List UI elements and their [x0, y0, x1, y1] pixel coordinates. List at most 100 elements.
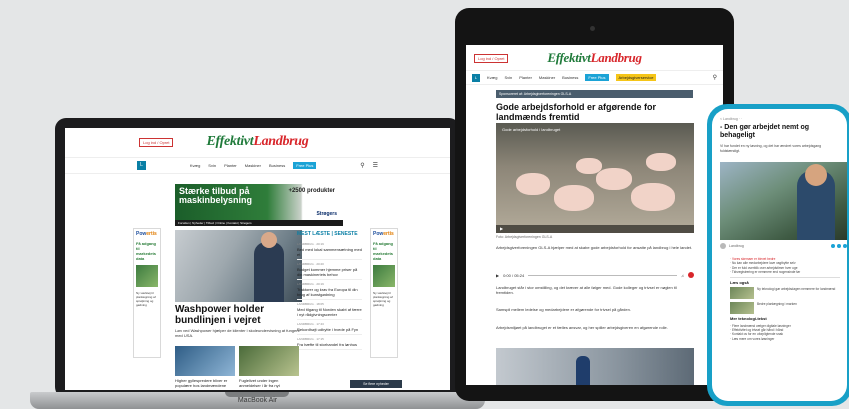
- ad-line2: maskinbelysning: [179, 195, 253, 205]
- related-article[interactable]: Bedre planlægning i marken: [730, 302, 840, 315]
- article-paragraph: Arbejdsmiljøet på landbruget er et fælle…: [496, 325, 668, 330]
- pig-shape: [631, 183, 675, 211]
- nav-item-kvaeg[interactable]: Kvæg: [487, 75, 497, 80]
- nav-item-kvaeg[interactable]: Kvæg: [190, 163, 200, 168]
- related-thumb: [730, 287, 754, 300]
- side-ad-text: Få adgang til markedets data: [373, 241, 394, 261]
- pig-shape: [596, 168, 632, 190]
- most-read-list: MEST LÆSTE | SENESTE LANDBRUG · 20:19 Bed…: [297, 231, 362, 350]
- list-item[interactable]: LANDBRUG · 20:20 Budget kommer hjemme pri…: [297, 260, 362, 280]
- play-icon[interactable]: ▶: [496, 273, 499, 278]
- play-icon[interactable]: ▶: [500, 226, 503, 231]
- home-icon[interactable]: L: [137, 161, 146, 170]
- list-item[interactable]: LANDBRUG · 20:19 Bed med lokal sammensætn…: [297, 240, 362, 260]
- article-paragraph: Arbejdsgiverforeningen GLS-A hjælper med…: [496, 245, 693, 250]
- search-icon[interactable]: ⚲: [713, 74, 717, 81]
- related-text: Ny teknologi gør arbejdsdagen nemmere fo…: [757, 287, 836, 292]
- nav-item-maskiner[interactable]: Maskiner: [539, 75, 555, 80]
- hero-image[interactable]: [175, 230, 302, 302]
- article-text-1[interactable]: Higher gyllespredere bliver er populære …: [175, 378, 235, 388]
- main-nav: L Kvæg Svin Planter Maskiner Business Fr…: [466, 71, 723, 85]
- laptop-model-label: MacBook Air: [237, 397, 278, 404]
- nav-pill-free-plus[interactable]: Free Plus: [585, 74, 609, 81]
- share-icon[interactable]: [843, 244, 847, 248]
- nav-pill-arbejdsgiver[interactable]: Arbejdsgiverservice: [615, 74, 657, 81]
- video-player[interactable]: Gode arbejdsforhold i landbruget ▶: [496, 123, 694, 233]
- side-ad-brand: Powertis: [373, 231, 395, 237]
- home-icon[interactable]: L: [472, 73, 480, 82]
- list-item: · Læs mere om vores løsninger: [730, 336, 775, 341]
- section-heading: Læs også: [730, 280, 749, 286]
- logo-part2: Landbrug: [253, 134, 309, 149]
- main-nav: L Kvæg Svin Planter Maskiner Business Fr…: [65, 158, 450, 174]
- article-paragraph: Landbruget står i stor omstilling, og de…: [496, 285, 677, 295]
- list-item[interactable]: LANDBRUG · 18:05 Med tilgang til Norden s…: [297, 300, 362, 320]
- site-logo[interactable]: EffektivtLandbrug: [466, 50, 723, 66]
- brand-b: ertis: [146, 231, 157, 237]
- side-ad-left[interactable]: Powertis Få adgang til markedets data Ny…: [133, 228, 161, 358]
- tablet-site-header: Log ind / Opret EffektivtLandbrug: [466, 45, 723, 71]
- record-dot-icon[interactable]: [688, 272, 694, 278]
- tablet-screen: Log ind / Opret EffektivtLandbrug L Kvæg…: [466, 45, 723, 385]
- item-text: Bed med lokal sammensætning med et: [297, 247, 362, 257]
- divider: [730, 277, 840, 279]
- tablet-device: Log ind / Opret EffektivtLandbrug L Kvæg…: [455, 8, 734, 401]
- audio-track[interactable]: [528, 274, 677, 276]
- menu-icon[interactable]: ☰: [373, 162, 378, 169]
- phone-article-header: < Landbrug · · - Den gør arbejdet nemt o…: [712, 109, 847, 153]
- brand-b: ertis: [383, 231, 394, 237]
- section-heading: Mer teknologi-tekst: [730, 316, 767, 322]
- ad-badge: +2500 produkter: [288, 188, 335, 194]
- item-text: Rekordhøjt udbytte i hvede på Fyn: [297, 327, 359, 332]
- search-icon[interactable]: ⚲: [360, 162, 364, 169]
- share-icon[interactable]: [831, 244, 835, 248]
- share-icon[interactable]: [837, 244, 841, 248]
- article-thumb-1[interactable]: [175, 346, 235, 376]
- side-ad-image: [136, 265, 158, 287]
- more-news-button[interactable]: Se flere nyheder: [350, 380, 402, 388]
- site-logo[interactable]: EffektivtLandbrug: [65, 134, 450, 150]
- breadcrumb[interactable]: < Landbrug · ·: [720, 117, 839, 121]
- nav-item-business[interactable]: Business: [269, 163, 285, 168]
- item-text: Budget kommer hjemme priser på din maski…: [297, 267, 358, 277]
- item-text: Med tilgang til Norden skabt af færre i …: [297, 307, 362, 317]
- laptop-device: Log ind / Opret EffektivtLandbrug L Kvæg…: [55, 118, 460, 398]
- article-text-2[interactable]: Fuglelivet under ingen anmeldelser i år …: [239, 378, 299, 388]
- side-ad-right[interactable]: Powertis Få adgang til markedets data Ny…: [370, 228, 398, 358]
- nav-item-planter[interactable]: Planter: [519, 75, 532, 80]
- list-item[interactable]: LANDBRUG · 20:19 Traktorer og krav fra Eu…: [297, 280, 362, 300]
- article-thumb-2[interactable]: [239, 346, 299, 376]
- list-item[interactable]: LANDBRUG · 17:43 Rekordhøjt udbytte i hve…: [297, 320, 362, 335]
- video-controls[interactable]: [496, 225, 694, 233]
- article-photo: [496, 348, 694, 385]
- related-thumb: [730, 302, 754, 315]
- volume-icon[interactable]: ♫: [681, 273, 684, 278]
- nav-pill-free-plus[interactable]: Free Plus: [293, 162, 317, 169]
- ad-sponsor: Strøgers: [316, 211, 337, 217]
- audio-player[interactable]: ▶ 0:00 / 05:24 ♫: [496, 271, 694, 279]
- nav-item-svin[interactable]: Svin: [504, 75, 512, 80]
- item-text: Traktorer og krav fra Europa til din bru…: [297, 287, 358, 297]
- side-ad-brand: Powertis: [136, 231, 158, 237]
- related-article[interactable]: Ny teknologi gør arbejdsdagen nemmere fo…: [730, 287, 840, 300]
- side-ad-sub: Ny værktøj til planlægning af sprøjtning…: [136, 291, 156, 307]
- hero-headline[interactable]: Washpower holder bundlinjen i vejret: [175, 304, 305, 326]
- brand-a: Pow: [373, 231, 384, 237]
- pig-shape: [646, 153, 676, 171]
- nav-item-maskiner[interactable]: Maskiner: [245, 163, 261, 168]
- article-image: [720, 162, 847, 240]
- ad-banner[interactable]: Stærke tilbud på maskinbelysning +2500 pr…: [175, 184, 343, 220]
- pig-shape: [554, 185, 594, 211]
- list-item: · Tidsregistrering er nemmere end nogens…: [730, 269, 801, 274]
- list-item[interactable]: LANDBRUG · 17:15 Fra hæfte til storhandel…: [297, 335, 362, 350]
- nav-item-business[interactable]: Business: [562, 75, 578, 80]
- nav-item-planter[interactable]: Planter: [224, 163, 237, 168]
- related-text: Bedre planlægning i marken: [757, 302, 797, 307]
- hero-head: [261, 232, 277, 248]
- brand-a: Pow: [136, 231, 147, 237]
- hero-teaser: Løn ved Washpower hjælper de klienter i …: [175, 328, 300, 338]
- most-read-title[interactable]: MEST LÆSTE | SENESTE: [297, 231, 362, 237]
- phone-device: < Landbrug · · - Den gør arbejdet nemt o…: [707, 104, 849, 406]
- nav-item-svin[interactable]: Svin: [208, 163, 216, 168]
- ad-subnav: Forsiden | Nyheder | Tilbud | Online | K…: [175, 220, 343, 226]
